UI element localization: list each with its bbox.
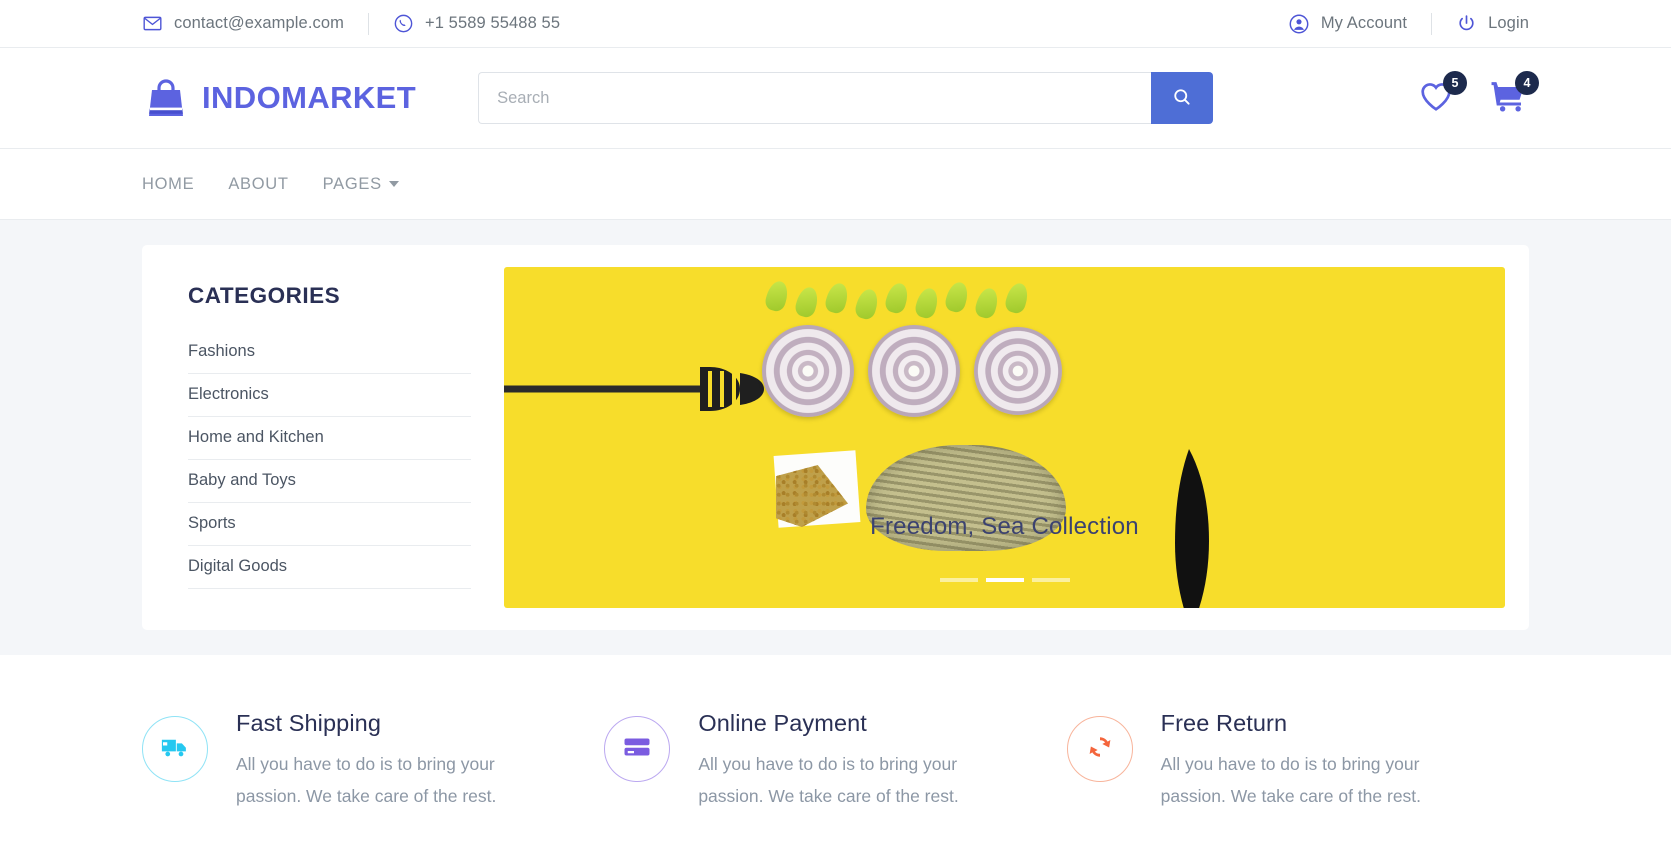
nav-item-pages-label: PAGES bbox=[322, 174, 382, 193]
contact-email-text: contact@example.com bbox=[174, 14, 344, 32]
hero-section: CATEGORIES Fashions Electronics Home and… bbox=[0, 220, 1671, 655]
shopping-bag-icon bbox=[142, 74, 190, 122]
category-item-fashions[interactable]: Fashions bbox=[188, 331, 471, 374]
cart-count-badge: 4 bbox=[1515, 71, 1539, 95]
hero-carousel[interactable]: Freedom, Sea Collection bbox=[504, 267, 1505, 608]
top-utility-bar: contact@example.com +1 5589 55488 55 My … bbox=[0, 0, 1671, 48]
main-navigation: HOME ABOUT PAGES bbox=[0, 149, 1671, 220]
feature-online-payment: Online Payment All you have to do is to … bbox=[604, 710, 1066, 813]
category-item-sports[interactable]: Sports bbox=[188, 503, 471, 546]
feature-title-1: Fast Shipping bbox=[236, 710, 381, 736]
site-logo[interactable]: INDOMARKET bbox=[142, 74, 416, 122]
category-item-digital-goods[interactable]: Digital Goods bbox=[188, 546, 471, 589]
magnifier-icon bbox=[1172, 87, 1192, 110]
feature-icon-circle-2 bbox=[604, 716, 671, 782]
feature-desc-3: All you have to do is to bring your pass… bbox=[1160, 754, 1422, 806]
credit-card-icon bbox=[622, 732, 652, 767]
contact-email[interactable]: contact@example.com bbox=[142, 13, 344, 34]
feature-text-3: Free Return All you have to do is to bri… bbox=[1161, 710, 1461, 813]
categories-panel: CATEGORIES Fashions Electronics Home and… bbox=[166, 267, 471, 608]
carousel-caption: Freedom, Sea Collection bbox=[870, 513, 1139, 540]
wishlist-button[interactable]: 5 bbox=[1415, 71, 1467, 119]
nav-item-about-label: ABOUT bbox=[228, 174, 289, 193]
category-item-electronics[interactable]: Electronics bbox=[188, 374, 471, 417]
site-header: INDOMARKET 5 bbox=[0, 48, 1671, 149]
feature-free-return: Free Return All you have to do is to bri… bbox=[1066, 710, 1529, 813]
carousel-slide-image bbox=[504, 267, 1505, 608]
feature-title-3: Free Return bbox=[1160, 710, 1288, 736]
carousel-indicator-3[interactable] bbox=[1031, 578, 1070, 582]
user-circle-icon bbox=[1288, 13, 1310, 35]
header-action-icons: 5 4 bbox=[1415, 71, 1539, 119]
category-item-baby-and-toys[interactable]: Baby and Toys bbox=[188, 460, 471, 503]
delivery-truck-icon bbox=[160, 732, 190, 767]
feature-icon-circle-3 bbox=[1066, 716, 1133, 782]
carousel-indicator-2[interactable] bbox=[985, 578, 1024, 582]
feature-desc-1: All you have to do is to bring your pass… bbox=[236, 754, 497, 806]
nav-item-home-label: HOME bbox=[142, 174, 195, 193]
feature-title-2: Online Payment bbox=[698, 710, 867, 736]
topbar-divider bbox=[367, 12, 369, 35]
topbar-divider-2 bbox=[1431, 12, 1433, 35]
refresh-sync-icon bbox=[1085, 732, 1115, 767]
topbar-contact-group: contact@example.com +1 5589 55488 55 bbox=[142, 12, 560, 35]
contact-phone[interactable]: +1 5589 55488 55 bbox=[393, 13, 560, 34]
power-icon bbox=[1456, 13, 1477, 34]
envelope-icon bbox=[142, 13, 163, 34]
features-section: Fast Shipping All you have to do is to b… bbox=[0, 655, 1671, 813]
logo-text: INDOMARKET bbox=[202, 80, 417, 115]
login-label: Login bbox=[1488, 14, 1529, 32]
search-bar bbox=[478, 72, 1214, 124]
hero-card: CATEGORIES Fashions Electronics Home and… bbox=[142, 245, 1529, 630]
feature-text-1: Fast Shipping All you have to do is to b… bbox=[236, 710, 536, 813]
carousel-indicator-1[interactable] bbox=[939, 578, 978, 582]
search-button[interactable] bbox=[1151, 72, 1214, 124]
carousel-indicators bbox=[504, 578, 1505, 582]
nav-item-home[interactable]: HOME bbox=[142, 175, 194, 194]
nav-item-pages[interactable]: PAGES bbox=[323, 175, 399, 194]
my-account-link[interactable]: My Account bbox=[1288, 13, 1407, 35]
nav-item-about[interactable]: ABOUT bbox=[228, 175, 288, 194]
feature-desc-2: All you have to do is to bring your pass… bbox=[698, 754, 959, 806]
chevron-down-icon bbox=[388, 181, 399, 187]
search-input[interactable] bbox=[478, 72, 1152, 124]
topbar-account-group: My Account Login bbox=[1288, 12, 1529, 35]
wishlist-count-badge: 5 bbox=[1443, 71, 1467, 95]
my-account-label: My Account bbox=[1320, 14, 1408, 32]
cart-button[interactable]: 4 bbox=[1487, 71, 1539, 119]
login-link[interactable]: Login bbox=[1456, 13, 1529, 34]
whatsapp-icon bbox=[393, 13, 414, 34]
page-root: contact@example.com +1 5589 55488 55 My … bbox=[0, 0, 1671, 859]
categories-title: CATEGORIES bbox=[188, 283, 341, 308]
feature-text-2: Online Payment All you have to do is to … bbox=[698, 710, 998, 813]
feature-icon-circle-1 bbox=[142, 716, 208, 782]
feature-fast-shipping: Fast Shipping All you have to do is to b… bbox=[142, 710, 604, 813]
category-item-home-and-kitchen[interactable]: Home and Kitchen bbox=[188, 417, 471, 460]
contact-phone-text: +1 5589 55488 55 bbox=[424, 14, 561, 32]
